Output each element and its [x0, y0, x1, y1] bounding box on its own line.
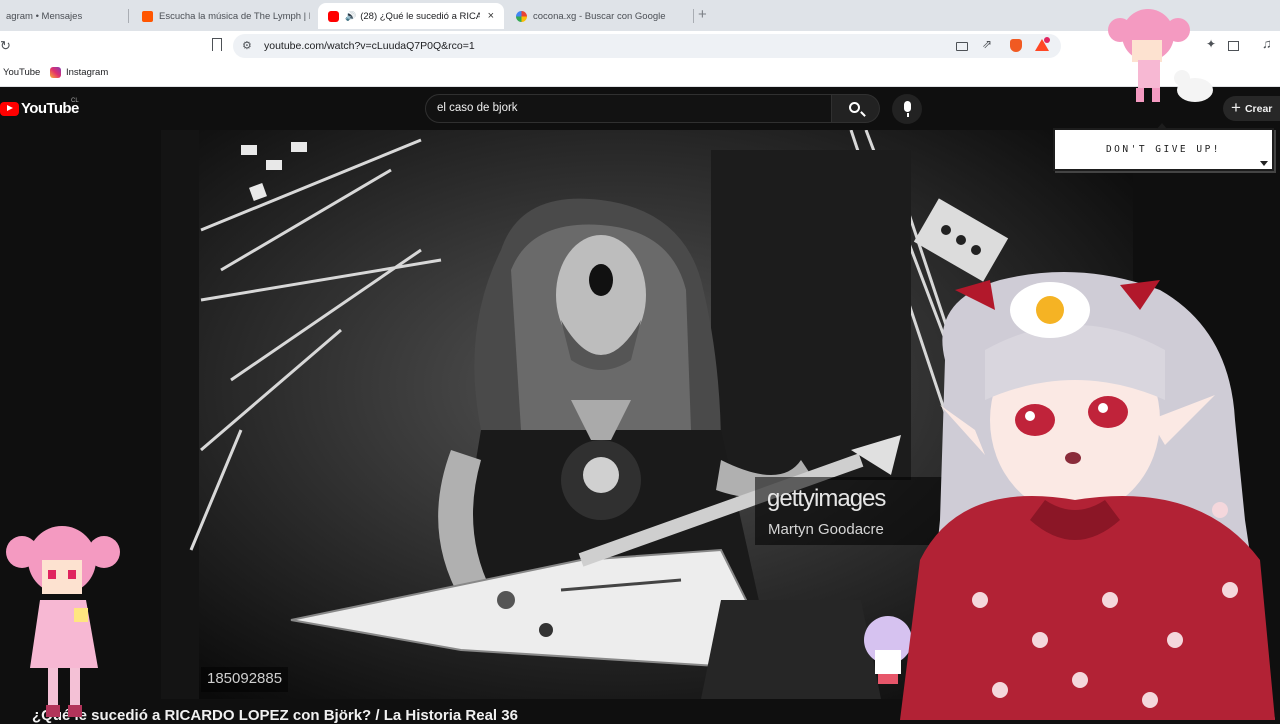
tab-label: agram • Mensajes [6, 10, 83, 22]
sidebar-icon[interactable] [1228, 41, 1239, 51]
youtube-masthead: YouTube CL el caso de bjork + Crear [0, 88, 1280, 130]
instagram-icon [50, 67, 61, 78]
create-button[interactable]: + Crear [1223, 96, 1280, 121]
voice-search-button[interactable] [892, 94, 922, 124]
video-title[interactable]: ¿Qué le sucedió a RICARDO LOPEZ con Björ… [32, 707, 518, 724]
bookmark-icon[interactable] [212, 38, 222, 51]
search-query[interactable]: el caso de bjork [437, 102, 518, 114]
youtube-play-icon [0, 101, 19, 116]
video-frame-image [161, 130, 1133, 699]
url-text[interactable]: youtube.com/watch?v=cLuudaQ7P0Q&rco=1 [264, 40, 475, 52]
speech-text: DON'T GIVE UP! [1105, 144, 1222, 155]
tab-google-search[interactable]: cocona.xg - Buscar con Google [506, 3, 692, 29]
extensions-icon[interactable]: ✦ [1206, 37, 1218, 51]
brave-shield-icon[interactable] [1010, 39, 1022, 52]
media-icon[interactable]: ♫ [1262, 36, 1274, 51]
browser-toolbar: ↻ ⚙ youtube.com/watch?v=cLuudaQ7P0Q&rco=… [0, 31, 1280, 60]
tab-label: (28) ¿Qué le sucedió a RICAR [360, 10, 481, 22]
tab-label: cocona.xg - Buscar con Google [533, 10, 666, 22]
tab-youtube-active[interactable]: 🔊 (28) ¿Qué le sucedió a RICAR × [318, 3, 504, 29]
search-icon [849, 102, 860, 113]
plus-icon: + [1231, 97, 1241, 117]
cast-icon[interactable] [956, 42, 968, 51]
youtube-favicon-icon [328, 10, 339, 22]
search-button[interactable] [832, 94, 880, 123]
speech-bubble: DON'T GIVE UP! [1053, 123, 1274, 171]
bookmark-instagram[interactable]: Instagram [50, 67, 108, 78]
photo-credit: Martyn Goodacre [768, 521, 884, 538]
bookmarks-bar: YouTube Instagram [0, 60, 1280, 87]
close-tab-icon[interactable]: × [488, 10, 494, 22]
reload-icon[interactable]: ↻ [0, 38, 11, 54]
search-input[interactable]: el caso de bjork [425, 94, 832, 123]
create-label: Crear [1244, 102, 1273, 115]
tab-divider [693, 9, 694, 23]
address-bar[interactable]: ⚙ youtube.com/watch?v=cLuudaQ7P0Q&rco=1 [233, 34, 1061, 58]
youtube-logo[interactable]: YouTube [0, 100, 79, 117]
bookmark-label: YouTube [3, 67, 41, 78]
new-tab-button[interactable]: + [698, 6, 707, 23]
google-icon [516, 10, 527, 22]
video-player[interactable] [161, 130, 1133, 699]
speaker-icon: 🔊 [345, 10, 357, 21]
notification-dot [1044, 37, 1050, 43]
country-code: CL [71, 98, 79, 104]
tune-icon[interactable]: ⚙ [242, 39, 252, 52]
soundcloud-icon [142, 10, 153, 22]
bookmark-youtube[interactable]: YouTube [3, 67, 40, 78]
tab-soundcloud[interactable]: Escucha la música de The Lymph | D [132, 3, 310, 29]
mic-icon [904, 101, 911, 117]
browser-tab-strip: agram • Mensajes Escucha la música de Th… [0, 0, 1280, 31]
tab-divider [128, 9, 129, 23]
tab-label: Escucha la música de The Lymph | D [159, 10, 310, 22]
tab-instagram[interactable]: agram • Mensajes [0, 3, 126, 29]
chevron-down-icon [1260, 161, 1268, 166]
share-icon[interactable]: ⇗ [982, 37, 994, 51]
image-id-label: 185092885 [201, 667, 289, 692]
getty-watermark: gettyimages Martyn Goodacre [755, 477, 955, 545]
getty-brand: gettyimages [767, 485, 886, 512]
bookmark-label: Instagram [66, 67, 109, 78]
